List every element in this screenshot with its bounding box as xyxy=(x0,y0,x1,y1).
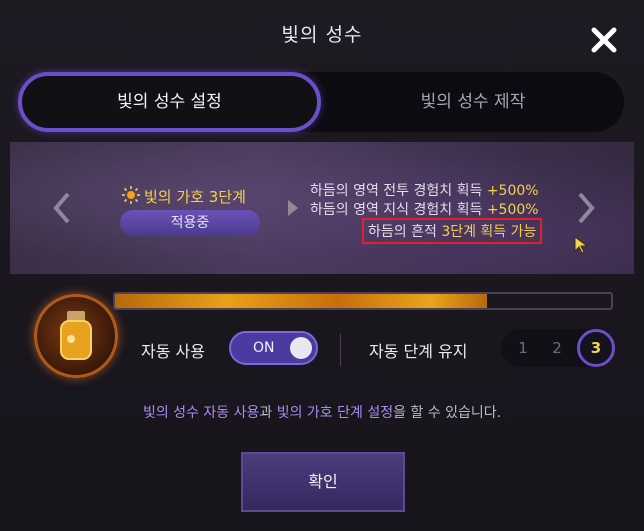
chevron-right-icon[interactable] xyxy=(574,190,598,226)
hint-highlight: 빛의 성수 자동 사용 xyxy=(142,405,260,421)
auto-use-toggle[interactable]: ON xyxy=(229,331,318,365)
divider xyxy=(340,334,341,366)
holy-water-panel: 자동 사용 ON 자동 단계 유지 1 2 3 빛의 성수 자동 사용과 빛의 … xyxy=(0,280,644,440)
hint-plain: 과 xyxy=(259,405,277,421)
play-arrow-icon xyxy=(288,200,298,216)
progress-fill xyxy=(115,294,487,308)
effect-line: 하듬의 영역 지식 경험치 획득 +500% xyxy=(310,199,542,218)
mouse-cursor-icon xyxy=(574,236,588,254)
blessing-banner: 빛의 가호 3단계 적용중 하듬의 영역 전투 경험치 획득 +500% 하듬의… xyxy=(10,142,634,274)
effect-value: 3단계 획득 가능 xyxy=(441,224,537,240)
potion-icon xyxy=(34,294,118,378)
hint-plain: 을 할 수 있습니다. xyxy=(393,405,502,421)
blessing-title-text: 빛의 가호 3단계 xyxy=(144,188,246,206)
blessing-effects: 하듬의 영역 전투 경험치 획득 +500% 하듬의 영역 지식 경험치 획득 … xyxy=(310,180,543,244)
tab-holy-water-settings[interactable]: 빛의 성수 설정 xyxy=(18,72,321,132)
close-icon[interactable] xyxy=(588,24,620,56)
tab-holy-water-crafting[interactable]: 빛의 성수 제작 xyxy=(328,72,618,132)
hint-highlight: 빛의 가호 단계 설정 xyxy=(276,405,394,421)
effect-value: +500% xyxy=(486,183,539,199)
confirm-button[interactable]: 확인 xyxy=(241,452,405,512)
blessing-title: 빛의 가호 3단계 xyxy=(122,186,246,207)
stage-option-3[interactable]: 3 xyxy=(577,329,615,367)
chevron-left-icon[interactable] xyxy=(50,190,74,226)
effect-value: +500% xyxy=(486,202,539,218)
effect-text: 하듬의 영역 지식 경험치 획득 xyxy=(310,202,487,218)
status-badge: 적용중 xyxy=(120,210,260,236)
effect-text: 하듬의 흔적 xyxy=(368,224,442,240)
stage-selector: 1 2 3 xyxy=(501,329,615,367)
stage-option-1[interactable]: 1 xyxy=(505,329,541,367)
toggle-state-text: ON xyxy=(253,340,275,356)
dialog-title: 빛의 성수 xyxy=(281,24,363,46)
hint-text: 빛의 성수 자동 사용과 빛의 가호 단계 설정을 할 수 있습니다. xyxy=(0,402,644,422)
progress-bar xyxy=(113,292,613,310)
toggle-knob xyxy=(290,337,312,359)
sun-icon xyxy=(122,186,140,204)
tab-bar: 빛의 성수 설정 빛의 성수 제작 xyxy=(18,72,624,132)
effect-text: 하듬의 영역 전투 경험치 획득 xyxy=(310,183,487,199)
effect-line: 하듬의 흔적 3단계 획득 가능 xyxy=(310,218,543,244)
stage-option-2[interactable]: 2 xyxy=(539,329,575,367)
auto-stage-label: 자동 단계 유지 xyxy=(369,342,468,361)
auto-use-label: 자동 사용 xyxy=(141,342,205,361)
dialog: 빛의 성수 빛의 성수 설정 빛의 성수 제작 빛의 가호 3단계 적용중 하듬… xyxy=(0,0,644,531)
highlight-box: 하듬의 흔적 3단계 획득 가능 xyxy=(362,218,543,244)
effect-line: 하듬의 영역 전투 경험치 획득 +500% xyxy=(310,180,542,199)
potion-bottle-icon xyxy=(60,311,92,360)
